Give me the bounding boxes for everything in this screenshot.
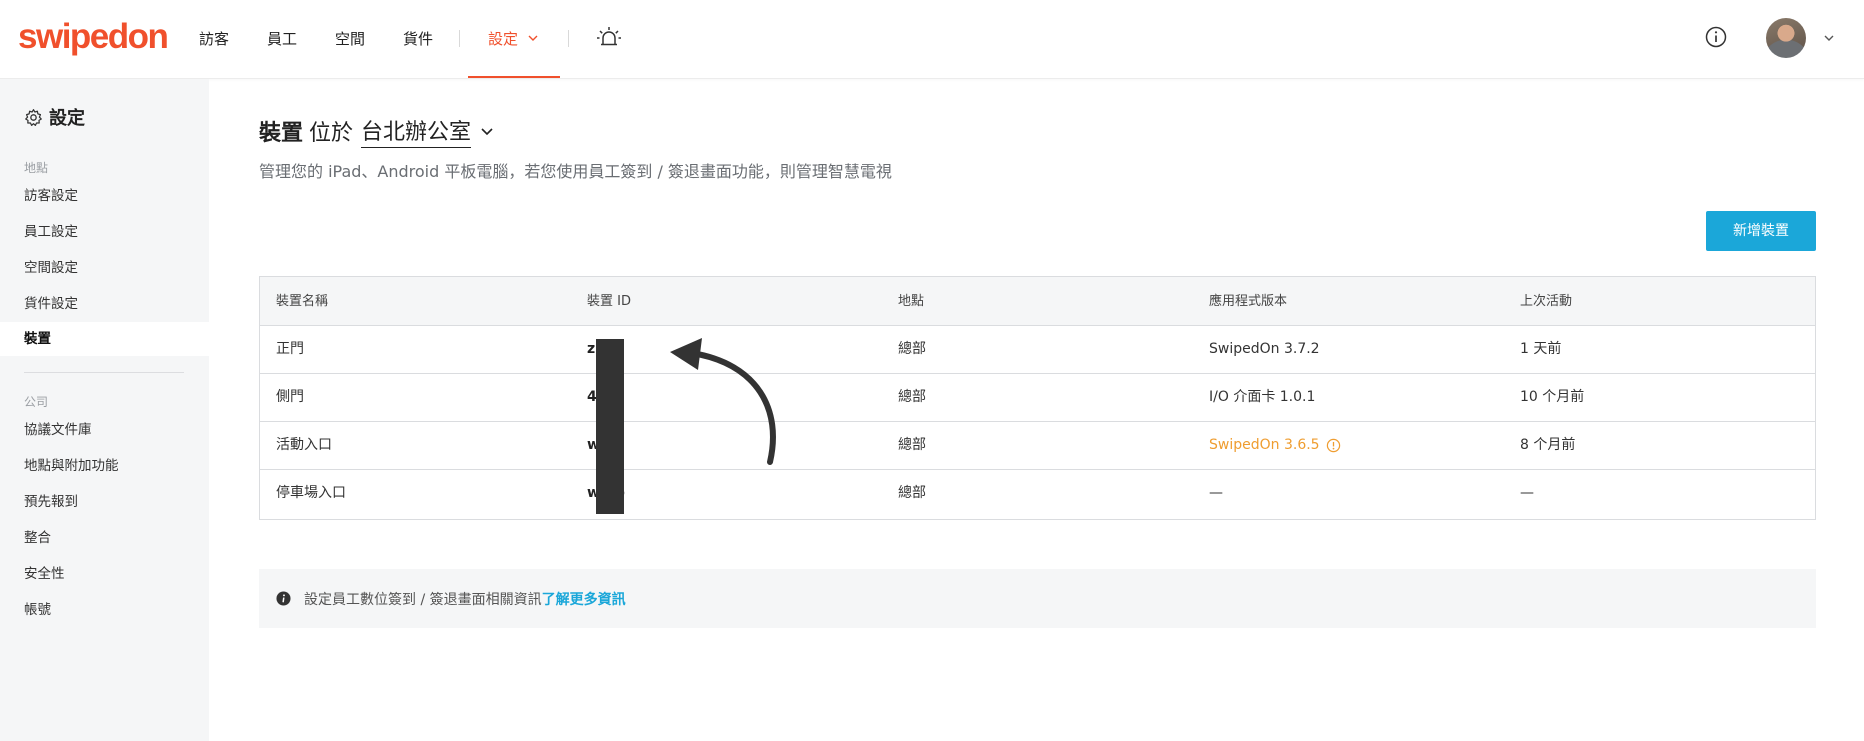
nav-settings[interactable]: 設定 <box>488 27 518 51</box>
table-row[interactable]: 正門 z g 總部 SwipedOn 3.7.2 1 天前 <box>260 326 1815 374</box>
learn-more-link[interactable]: 了解更多資訊 <box>542 589 626 609</box>
page-title: 裝置 位於 台北辦公室 <box>259 114 495 148</box>
sidebar-item-security[interactable]: 安全性 <box>0 557 209 591</box>
device-name: 活動入口 <box>276 437 332 453</box>
devices-table: 裝置名稱 裝置 ID 地點 應用程式版本 上次活動 正門 z g 總部 Swip… <box>259 276 1816 520</box>
info-icon <box>276 591 291 606</box>
page-title-connector: 位於 <box>309 121 354 146</box>
app-version-outdated: SwipedOn 3.6.5 <box>1209 422 1341 469</box>
page-title-bold: 裝置 <box>259 121 304 146</box>
settings-sidebar: 設定 地點 訪客設定 員工設定 空間設定 貨件設定 裝置 公司 協議文件庫 地點… <box>0 79 209 741</box>
device-name: 正門 <box>276 341 304 357</box>
chevron-down-icon[interactable] <box>1822 31 1836 45</box>
last-activity: 1 天前 <box>1520 341 1562 357</box>
sidebar-item-pre-registration[interactable]: 預先報到 <box>0 485 209 519</box>
device-name: 側門 <box>276 389 304 405</box>
annotation-arrow-icon <box>670 338 776 465</box>
app-version: SwipedOn 3.7.2 <box>1209 341 1320 357</box>
sidebar-item-visitor-settings[interactable]: 訪客設定 <box>0 179 209 213</box>
top-navigation-bar: swipedon 訪客 員工 空間 貨件 設定 <box>0 0 1864 79</box>
last-activity: 8 个月前 <box>1520 437 1576 453</box>
sidebar-item-space-settings[interactable]: 空間設定 <box>0 251 209 285</box>
gear-icon <box>25 108 42 126</box>
sidebar-item-account[interactable]: 帳號 <box>0 593 209 627</box>
sidebar-item-agreement-library[interactable]: 協議文件庫 <box>0 413 209 447</box>
sidebar-item-locations-addons[interactable]: 地點與附加功能 <box>0 449 209 483</box>
table-row[interactable]: 停車場入口 w db 總部 — — <box>260 470 1815 518</box>
chevron-down-icon[interactable] <box>479 123 495 139</box>
device-name: 停車場入口 <box>276 485 346 501</box>
app-version: — <box>1209 485 1223 501</box>
location-selector[interactable]: 台北辦公室 <box>361 114 472 148</box>
table-row[interactable]: 側門 4 e5 總部 I/O 介面卡 1.0.1 10 个月前 <box>260 374 1815 422</box>
avatar[interactable] <box>1766 18 1806 58</box>
table-header: 裝置名稱 裝置 ID 地點 應用程式版本 上次活動 <box>260 277 1815 326</box>
nav-active-indicator <box>468 76 560 78</box>
sidebar-title: 設定 <box>24 105 85 129</box>
app-version: SwipedOn 3.6.5 <box>1209 437 1320 453</box>
nav-divider <box>568 30 569 47</box>
add-device-button[interactable]: 新增裝置 <box>1706 211 1816 251</box>
info-banner-text: 設定員工數位簽到 / 簽退畫面相關資訊 <box>304 591 542 608</box>
sidebar-item-employee-settings[interactable]: 員工設定 <box>0 215 209 249</box>
device-location: 總部 <box>898 485 926 501</box>
nav-spaces[interactable]: 空間 <box>335 27 365 51</box>
redaction-bar <box>596 339 624 514</box>
nav-visitors[interactable]: 訪客 <box>199 27 229 51</box>
nav-employees[interactable]: 員工 <box>267 27 297 51</box>
info-icon[interactable] <box>1704 25 1728 49</box>
device-location: 總部 <box>898 389 926 405</box>
alarm-icon[interactable] <box>596 25 622 51</box>
device-location: 總部 <box>898 341 926 357</box>
sidebar-item-delivery-settings[interactable]: 貨件設定 <box>0 287 209 321</box>
page-subtitle: 管理您的 iPad、Android 平板電腦，若您使用員工簽到 / 簽退畫面功能… <box>259 162 892 181</box>
column-header-location[interactable]: 地點 <box>898 277 924 326</box>
column-header-name[interactable]: 裝置名稱 <box>276 277 328 326</box>
sidebar-item-devices[interactable]: 裝置 <box>0 322 209 356</box>
table-row[interactable]: 活動入口 w ze 總部 SwipedOn 3.6.5 8 个月前 <box>260 422 1815 470</box>
swipedon-logo[interactable]: swipedon <box>18 16 169 58</box>
column-header-id[interactable]: 裝置 ID <box>587 277 631 326</box>
column-header-version[interactable]: 應用程式版本 <box>1209 277 1287 326</box>
sidebar-section-location: 地點 <box>24 161 49 175</box>
column-header-last-activity[interactable]: 上次活動 <box>1520 277 1572 326</box>
app-version: I/O 介面卡 1.0.1 <box>1209 389 1316 405</box>
warning-icon[interactable] <box>1326 438 1341 453</box>
sidebar-divider <box>24 372 184 373</box>
chevron-down-icon[interactable] <box>526 31 540 45</box>
nav-deliveries[interactable]: 貨件 <box>403 27 433 51</box>
device-location: 總部 <box>898 437 926 453</box>
info-banner: 設定員工數位簽到 / 簽退畫面相關資訊 了解更多資訊 <box>259 569 1816 628</box>
sidebar-title-label: 設定 <box>49 108 85 129</box>
last-activity: — <box>1520 485 1534 501</box>
nav-divider <box>459 30 460 47</box>
sidebar-item-integrations[interactable]: 整合 <box>0 521 209 555</box>
last-activity: 10 个月前 <box>1520 389 1585 405</box>
sidebar-section-company: 公司 <box>24 395 49 409</box>
